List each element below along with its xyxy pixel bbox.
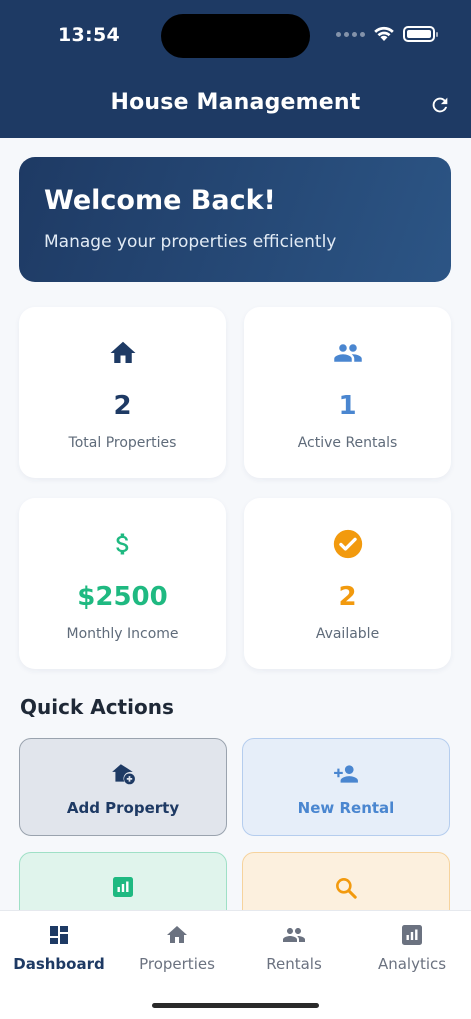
stat-value: 1: [338, 391, 357, 421]
analytics-icon: [353, 921, 471, 949]
new-rental-button[interactable]: New Rental: [242, 738, 450, 836]
stat-label: Active Rentals: [297, 435, 398, 451]
people-icon: [235, 921, 353, 949]
welcome-card: Welcome Back! Manage your properties eff…: [19, 157, 451, 282]
stat-card-active-rentals[interactable]: 1 Active Rentals: [244, 307, 451, 478]
welcome-title: Welcome Back!: [44, 185, 276, 216]
status-time: 13:54: [58, 24, 120, 46]
add-property-button[interactable]: Add Property: [19, 738, 227, 836]
search-icon: [243, 875, 449, 901]
chart-icon: [20, 875, 226, 899]
stat-label: Monthly Income: [66, 626, 179, 642]
dynamic-island: [161, 14, 310, 58]
welcome-subtitle: Manage your properties efficiently: [44, 232, 337, 252]
nav-rentals[interactable]: Rentals: [235, 921, 353, 973]
home-icon: [19, 337, 226, 369]
dollar-icon: [19, 528, 226, 560]
nav-analytics[interactable]: Analytics: [353, 921, 471, 973]
nav-label: Analytics: [377, 955, 447, 973]
refresh-button[interactable]: [427, 92, 453, 118]
add-home-icon: [20, 761, 226, 787]
quick-actions-title: Quick Actions: [20, 695, 174, 719]
person-add-icon: [243, 761, 449, 787]
wifi-icon: [374, 26, 394, 41]
stat-value: 2: [338, 582, 357, 612]
stat-card-available[interactable]: 2 Available: [244, 498, 451, 669]
stat-value: 2: [113, 391, 132, 421]
check-circle-icon: [244, 528, 451, 560]
stat-label: Total Properties: [68, 435, 177, 451]
dashboard-icon: [0, 921, 118, 949]
signal-icon: [336, 31, 365, 37]
stat-card-total-properties[interactable]: 2 Total Properties: [19, 307, 226, 478]
home-icon: [118, 921, 236, 949]
nav-label: Dashboard: [13, 955, 105, 973]
page-title: House Management: [110, 90, 361, 115]
people-icon: [244, 337, 451, 369]
battery-icon: [403, 26, 438, 42]
nav-label: Rentals: [266, 955, 322, 973]
app-header: 13:54 House Management: [0, 0, 471, 138]
nav-label: Properties: [139, 955, 215, 973]
stat-card-monthly-income[interactable]: $2500 Monthly Income: [19, 498, 226, 669]
home-indicator[interactable]: [152, 1003, 319, 1008]
new-rental-label: New Rental: [297, 799, 395, 817]
status-icons: [336, 26, 438, 42]
nav-dashboard[interactable]: Dashboard: [0, 921, 118, 973]
nav-properties[interactable]: Properties: [118, 921, 236, 973]
stat-label: Available: [315, 626, 380, 642]
stat-value: $2500: [77, 582, 168, 612]
refresh-icon: [432, 97, 448, 113]
add-property-label: Add Property: [66, 799, 180, 817]
